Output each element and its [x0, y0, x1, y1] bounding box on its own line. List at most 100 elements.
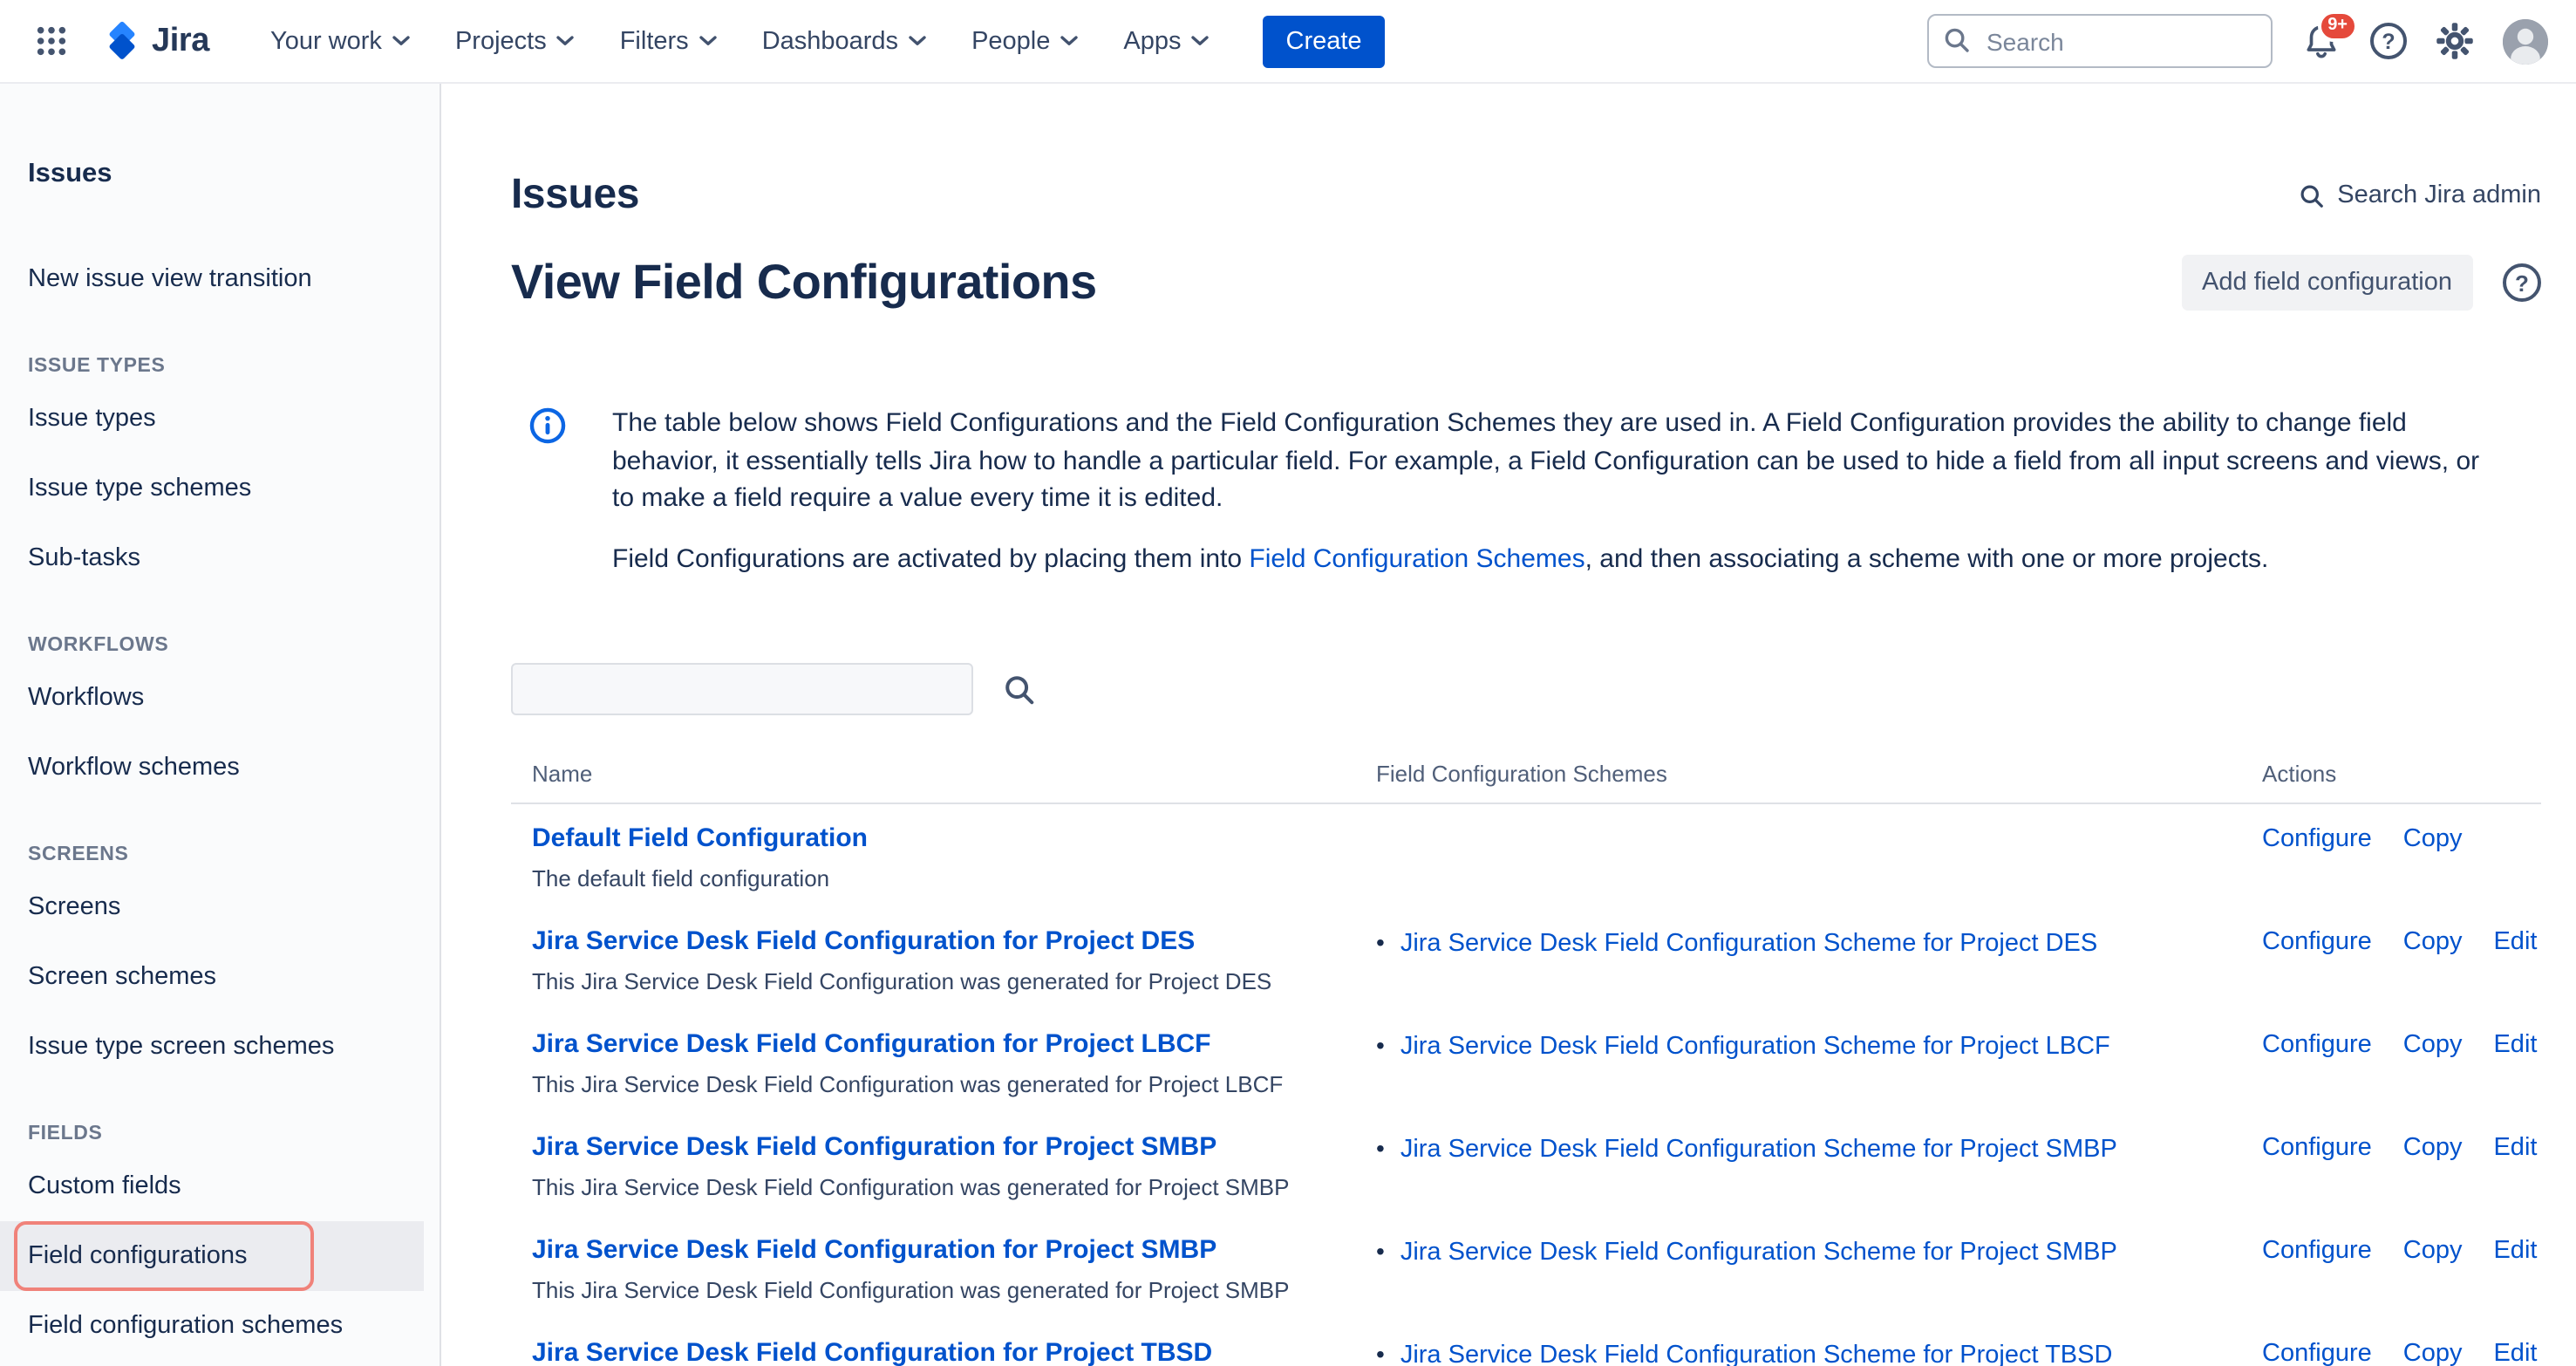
filter-input[interactable] — [511, 663, 973, 715]
sidebar-item-screens[interactable]: Screens — [0, 872, 440, 942]
info-paragraph-1: The table below shows Field Configuratio… — [612, 405, 2487, 517]
field-configuration-description: The default field configuration — [532, 864, 1376, 893]
navbar-menu-label: Your work — [270, 27, 382, 55]
sidebar-item-screen-schemes[interactable]: Screen schemes — [0, 942, 440, 1012]
sidebar-item-issue-types[interactable]: Issue types — [0, 384, 440, 454]
help-button[interactable]: ? — [2370, 23, 2407, 59]
sidebar-item-label: New issue view transition — [28, 265, 312, 293]
primary-nav: Your work Projects Filters Dashboards Pe… — [251, 17, 1228, 65]
bullet: • — [1376, 925, 1385, 960]
configure-link[interactable]: Configure — [2262, 1233, 2372, 1268]
sidebar-item-custom-fields[interactable]: Custom fields — [0, 1151, 440, 1221]
sidebar-item-label: Sub-tasks — [28, 544, 140, 572]
page-title: Issues — [511, 171, 639, 220]
configure-link[interactable]: Configure — [2262, 1130, 2372, 1165]
sidebar-item-label: Custom fields — [28, 1172, 181, 1200]
sidebar-item-label: Workflow schemes — [28, 754, 240, 782]
sidebar-section-workflows: WORKFLOWS — [0, 621, 440, 663]
sidebar-item-workflows[interactable]: Workflows — [0, 663, 440, 733]
navbar-menu-projects[interactable]: Projects — [436, 17, 594, 65]
field-configuration-link[interactable]: Jira Service Desk Field Configuration fo… — [532, 1028, 1211, 1062]
name-cell: Jira Service Desk Field Configuration fo… — [532, 1233, 1376, 1305]
field-configuration-link[interactable]: Default Field Configuration — [532, 822, 868, 857]
copy-link[interactable]: Copy — [2403, 1233, 2463, 1268]
edit-link[interactable]: Edit — [2493, 1028, 2537, 1062]
bullet: • — [1376, 1130, 1385, 1165]
settings-button[interactable] — [2436, 23, 2473, 59]
sidebar-item-workflow-schemes[interactable]: Workflow schemes — [0, 733, 440, 803]
notifications-button[interactable]: 9+ — [2302, 22, 2341, 60]
scheme-link[interactable]: Jira Service Desk Field Configuration Sc… — [1400, 926, 2097, 961]
name-cell: Jira Service Desk Field Configuration fo… — [532, 1130, 1376, 1202]
configure-link[interactable]: Configure — [2262, 1028, 2372, 1062]
global-search — [1927, 14, 2273, 68]
global-search-input[interactable] — [1927, 14, 2273, 68]
configure-link[interactable]: Configure — [2262, 822, 2372, 857]
sidebar-item-issue-type-screen-schemes[interactable]: Issue type screen schemes — [0, 1012, 440, 1082]
copy-link[interactable]: Copy — [2403, 1336, 2463, 1366]
sidebar-item-field-configuration-schemes[interactable]: Field configuration schemes — [0, 1291, 440, 1361]
field-configuration-link[interactable]: Jira Service Desk Field Configuration fo… — [532, 925, 1195, 960]
scheme-link[interactable]: Jira Service Desk Field Configuration Sc… — [1400, 1235, 2117, 1270]
scheme-cell: • Jira Service Desk Field Configuration … — [1376, 1028, 2262, 1064]
search-icon — [2299, 182, 2325, 208]
scheme-cell: • Jira Service Desk Field Configuration … — [1376, 1233, 2262, 1270]
sidebar-item-label: Screen schemes — [28, 963, 216, 991]
user-avatar[interactable] — [2503, 18, 2548, 64]
sidebar-item-field-configurations[interactable]: Field configurations — [0, 1221, 424, 1291]
copy-link[interactable]: Copy — [2403, 1130, 2463, 1165]
configure-link[interactable]: Configure — [2262, 1336, 2372, 1366]
chevron-down-icon — [1192, 35, 1210, 47]
field-configuration-schemes-link[interactable]: Field Configuration Schemes — [1249, 543, 1584, 573]
sidebar-item-label: Issue type schemes — [28, 475, 251, 502]
edit-link[interactable]: Edit — [2493, 925, 2537, 960]
scheme-link[interactable]: Jira Service Desk Field Configuration Sc… — [1400, 1338, 2113, 1366]
top-navbar: Jira Your work Projects Filters Dashboar… — [0, 0, 2576, 84]
jira-logo[interactable]: Jira — [96, 19, 220, 63]
navbar-menu-your-work[interactable]: Your work — [251, 17, 429, 65]
jira-logo-text: Jira — [152, 22, 209, 60]
edit-link[interactable]: Edit — [2493, 1336, 2537, 1366]
search-jira-admin-link[interactable]: Search Jira admin — [2299, 181, 2541, 209]
table-row: Jira Service Desk Field Configuration fo… — [511, 1113, 2541, 1216]
navbar-menu-apps[interactable]: Apps — [1104, 17, 1228, 65]
name-cell: Default Field Configuration The default … — [532, 822, 1376, 893]
copy-link[interactable]: Copy — [2403, 1028, 2463, 1062]
sidebar-item-issue-type-schemes[interactable]: Issue type schemes — [0, 454, 440, 523]
copy-link[interactable]: Copy — [2403, 925, 2463, 960]
field-configuration-description: This Jira Service Desk Field Configurati… — [532, 966, 1376, 996]
configure-link[interactable]: Configure — [2262, 925, 2372, 960]
app-root: Jira Your work Projects Filters Dashboar… — [0, 0, 2576, 1366]
scheme-cell: • Jira Service Desk Field Configuration … — [1376, 925, 2262, 961]
info-icon — [528, 406, 567, 600]
filter-search-button[interactable] — [1003, 673, 1036, 706]
navbar-menu-people[interactable]: People — [952, 17, 1097, 65]
field-configuration-description: This Jira Service Desk Field Configurati… — [532, 1069, 1376, 1099]
info-paragraph-2: Field Configurations are activated by pl… — [612, 540, 2487, 577]
field-configuration-link[interactable]: Jira Service Desk Field Configuration fo… — [532, 1130, 1216, 1165]
sidebar-section-screens: SCREENS — [0, 830, 440, 872]
sidebar-item-sub-tasks[interactable]: Sub-tasks — [0, 523, 440, 593]
field-configuration-link[interactable]: Jira Service Desk Field Configuration fo… — [532, 1336, 1212, 1366]
column-name: Name — [532, 761, 1376, 787]
field-configuration-description: This Jira Service Desk Field Configurati… — [532, 1275, 1376, 1305]
navbar-menu-dashboards[interactable]: Dashboards — [743, 17, 945, 65]
jira-logo-icon — [99, 19, 145, 63]
page-help-button[interactable]: ? — [2503, 263, 2541, 302]
table-row: Jira Service Desk Field Configuration fo… — [511, 1216, 2541, 1319]
scheme-cell: • Jira Service Desk Field Configuration … — [1376, 1336, 2262, 1366]
edit-link[interactable]: Edit — [2493, 1130, 2537, 1165]
app-switcher-icon[interactable] — [24, 14, 78, 68]
field-configuration-link[interactable]: Jira Service Desk Field Configuration fo… — [532, 1233, 1216, 1268]
scheme-link[interactable]: Jira Service Desk Field Configuration Sc… — [1400, 1029, 2110, 1064]
edit-link[interactable]: Edit — [2493, 1233, 2537, 1268]
sidebar-item-new-issue-view-transition[interactable]: New issue view transition — [0, 244, 440, 314]
add-field-configuration-button[interactable]: Add field configuration — [2181, 255, 2473, 311]
view-field-configurations-heading: View Field Configurations — [511, 255, 1097, 311]
navbar-menu-filters[interactable]: Filters — [601, 17, 736, 65]
copy-link[interactable]: Copy — [2403, 822, 2463, 857]
field-configurations-table: Name Field Configuration Schemes Actions… — [511, 750, 2541, 1366]
column-actions: Actions — [2262, 761, 2520, 787]
create-button[interactable]: Create — [1264, 15, 1385, 67]
scheme-link[interactable]: Jira Service Desk Field Configuration Sc… — [1400, 1132, 2117, 1167]
